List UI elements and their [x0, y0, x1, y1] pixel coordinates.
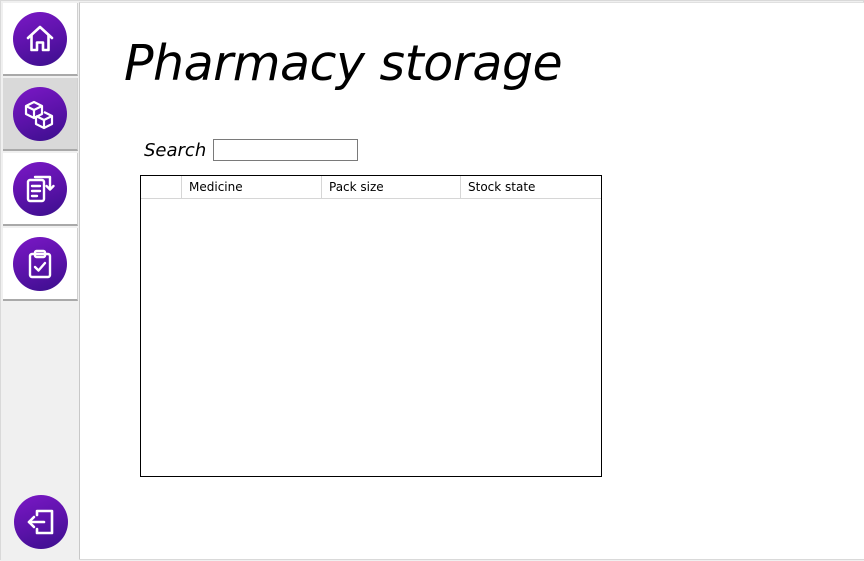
logout-button[interactable]: [3, 485, 78, 558]
logout-icon: [13, 494, 68, 549]
clipboard-check-icon: [13, 236, 67, 291]
sidebar-item-home[interactable]: [3, 3, 78, 76]
table-header: Medicine Pack size Stock state: [141, 176, 601, 199]
sidebar-item-storage[interactable]: [3, 78, 78, 151]
sidebar-item-checklist[interactable]: [3, 228, 78, 301]
row-header-corner[interactable]: [141, 176, 182, 198]
search-label: Search: [144, 140, 207, 161]
boxes-icon: [13, 86, 67, 141]
home-icon: [13, 11, 67, 66]
page-title: Pharmacy storage: [124, 35, 563, 92]
column-header-pack-size[interactable]: Pack size: [322, 176, 461, 198]
main-panel: Pharmacy storage Search Medicine Pack si…: [79, 2, 864, 559]
sidebar: [1, 1, 79, 561]
search-input[interactable]: [213, 139, 358, 161]
document-transfer-icon: [13, 161, 67, 216]
column-header-medicine[interactable]: Medicine: [182, 176, 322, 198]
app-window: Pharmacy storage Search Medicine Pack si…: [0, 0, 864, 561]
column-header-stock-state[interactable]: Stock state: [461, 176, 601, 198]
sidebar-item-transfer[interactable]: [3, 153, 78, 226]
medicine-table[interactable]: Medicine Pack size Stock state: [140, 175, 602, 477]
